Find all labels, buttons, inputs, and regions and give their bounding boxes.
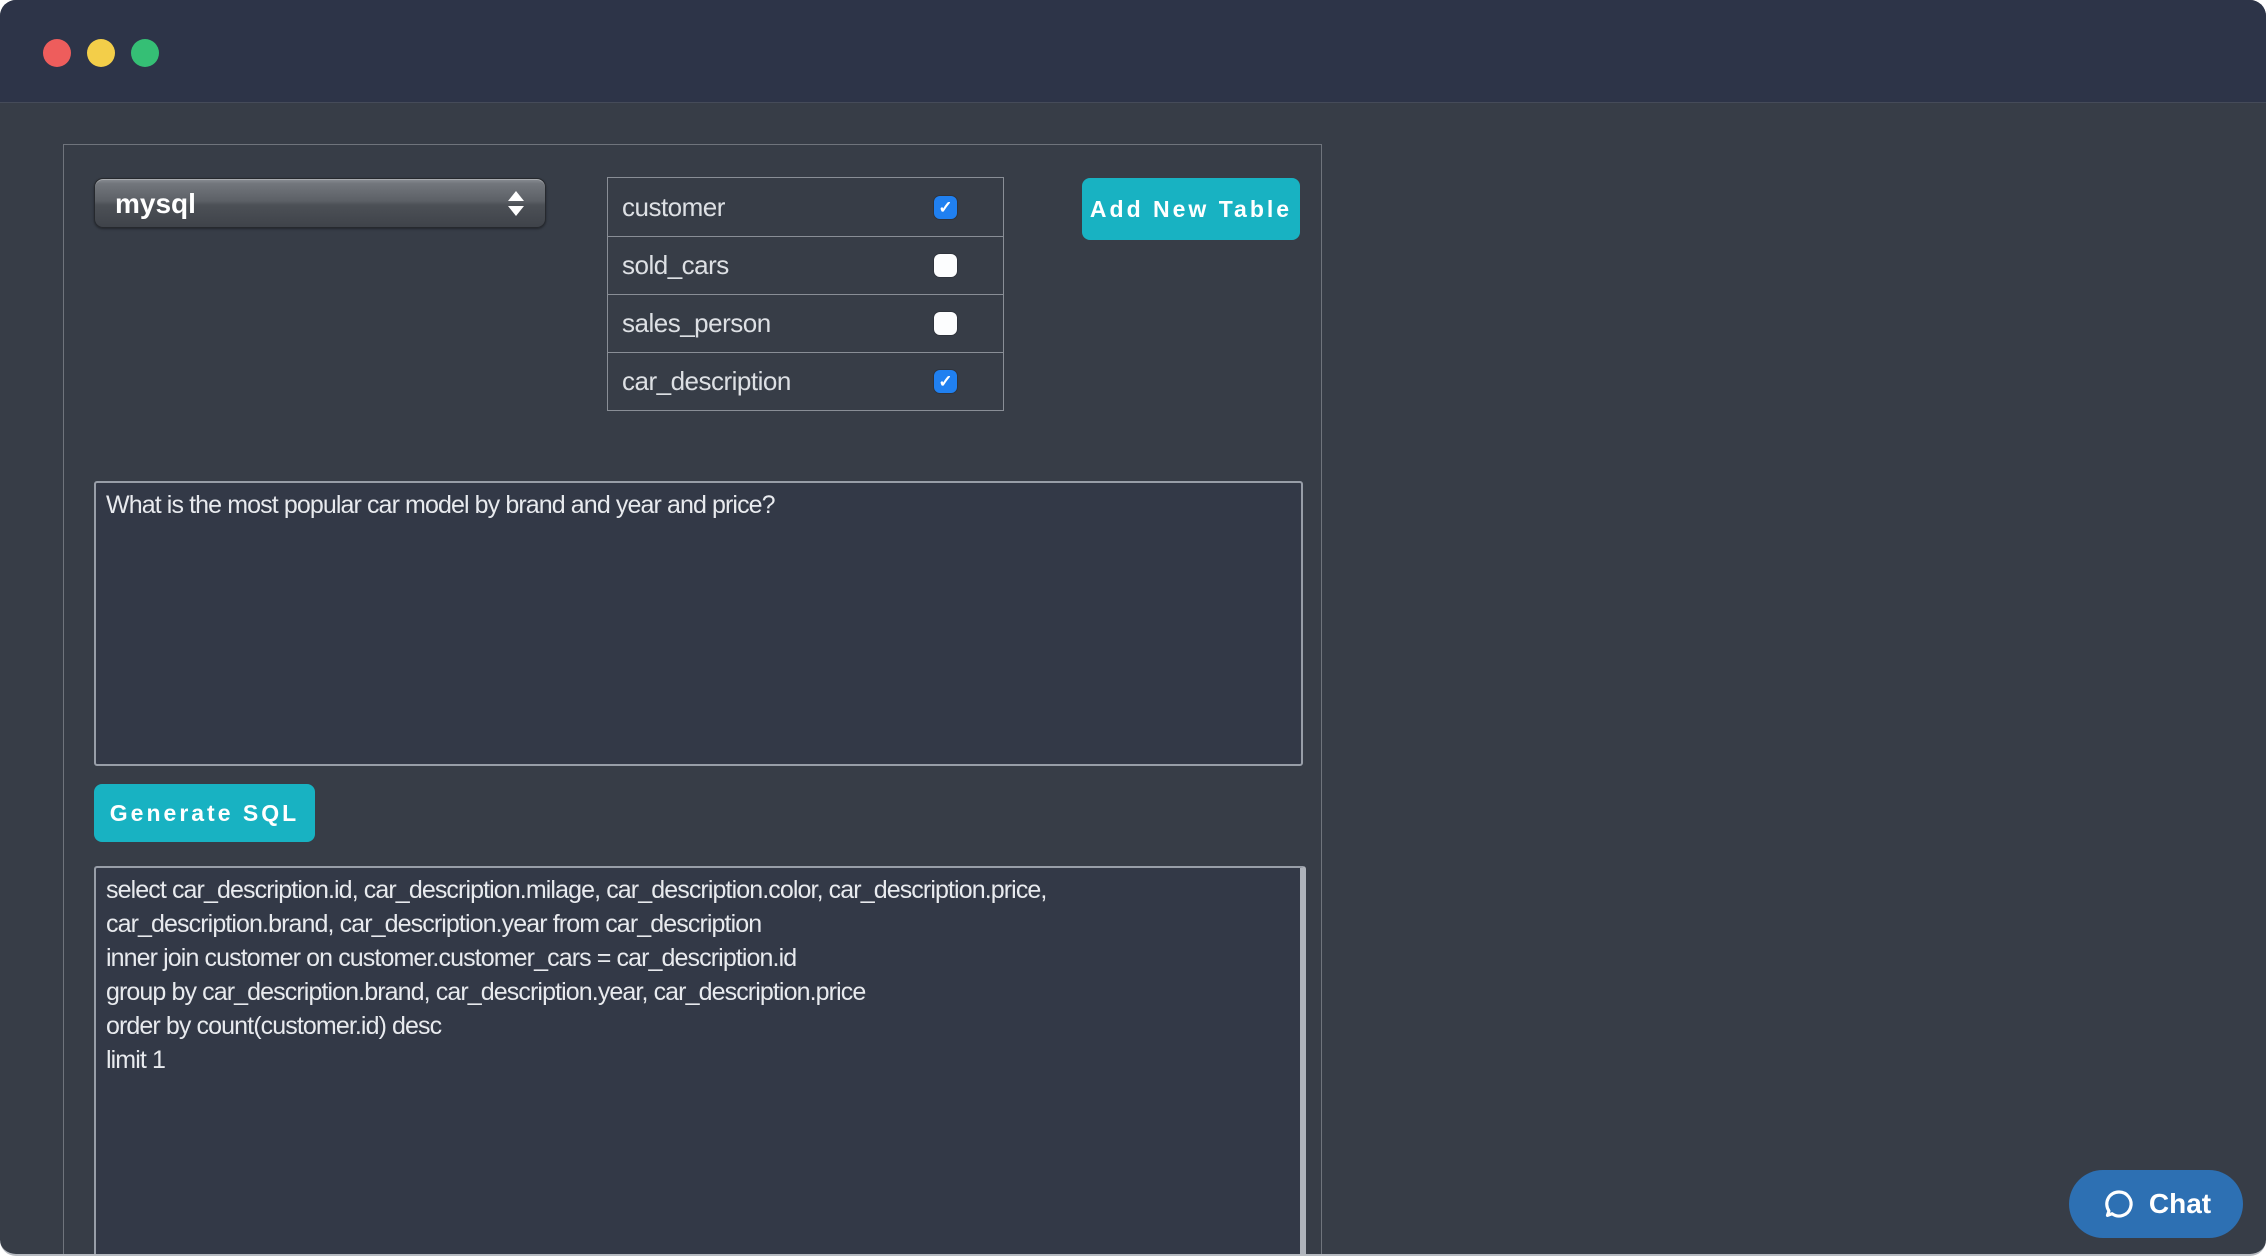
- database-select[interactable]: mysql: [94, 178, 546, 228]
- chat-button-label: Chat: [2149, 1188, 2211, 1220]
- close-button[interactable]: [43, 39, 71, 67]
- table-row: customer ✓: [608, 178, 1003, 236]
- table-row: sales_person: [608, 294, 1003, 352]
- add-new-table-button[interactable]: Add New Table: [1082, 178, 1300, 240]
- table-name-label: sold_cars: [622, 250, 729, 281]
- sql-output-area[interactable]: select car_description.id, car_descripti…: [94, 866, 1306, 1256]
- question-input[interactable]: What is the most popular car model by br…: [94, 481, 1303, 766]
- zoom-button[interactable]: [131, 39, 159, 67]
- speech-bubble-icon: [2101, 1186, 2137, 1222]
- table-name-label: car_description: [622, 366, 791, 397]
- table-row: car_description ✓: [608, 352, 1003, 410]
- table-name-label: customer: [622, 192, 725, 223]
- app-window: mysql customer ✓ sold_cars sales_person …: [0, 0, 2266, 1256]
- title-bar[interactable]: [0, 0, 2266, 103]
- table-checkbox[interactable]: ✓: [934, 196, 957, 219]
- table-name-label: sales_person: [622, 308, 771, 339]
- generate-sql-button[interactable]: Generate SQL: [94, 784, 315, 842]
- table-row: sold_cars: [608, 236, 1003, 294]
- traffic-lights: [43, 39, 159, 67]
- chat-button[interactable]: Chat: [2069, 1170, 2243, 1238]
- table-checkbox[interactable]: [934, 312, 957, 335]
- minimize-button[interactable]: [87, 39, 115, 67]
- database-select-wrap: mysql: [94, 178, 546, 228]
- table-checkbox[interactable]: ✓: [934, 370, 957, 393]
- table-list: customer ✓ sold_cars sales_person car_de…: [607, 177, 1004, 411]
- table-checkbox[interactable]: [934, 254, 957, 277]
